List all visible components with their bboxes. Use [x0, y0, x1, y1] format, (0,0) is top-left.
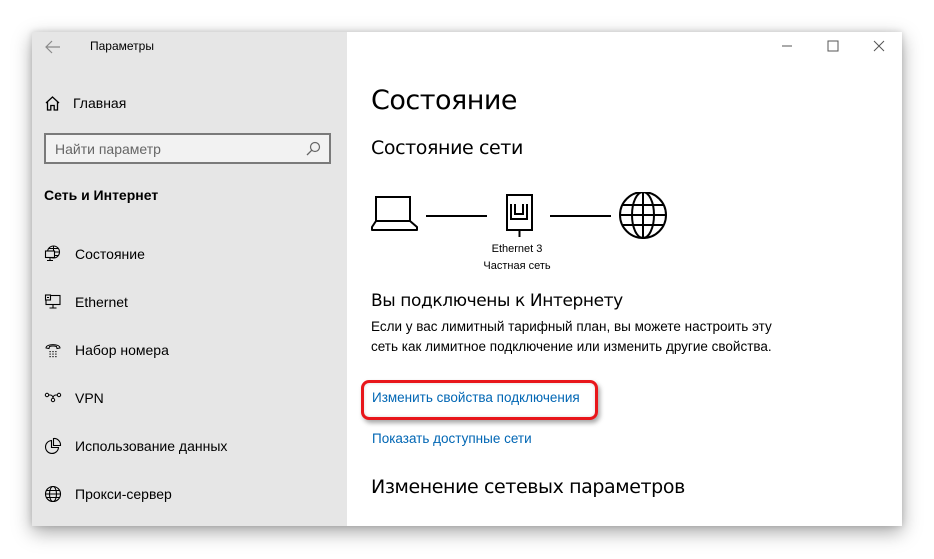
show-available-networks-link[interactable]: Показать доступные сети	[372, 431, 532, 446]
change-connection-properties-link[interactable]: Изменить свойства подключения	[372, 390, 580, 405]
ethernet-port-icon	[506, 194, 533, 237]
ethernet-icon	[44, 293, 62, 311]
app-title: Параметры	[90, 39, 154, 53]
sidebar-item-dialup[interactable]: Набор номера	[32, 326, 347, 374]
back-button[interactable]	[42, 37, 64, 57]
close-button[interactable]	[856, 32, 902, 60]
vpn-icon	[44, 389, 62, 407]
window-controls	[764, 32, 902, 60]
minimize-button[interactable]	[764, 32, 810, 60]
connection-status-heading: Вы подключены к Интернету	[371, 291, 623, 311]
sidebar-item-label: Ethernet	[75, 294, 128, 310]
data-usage-icon	[44, 437, 62, 455]
search-icon[interactable]	[303, 139, 323, 159]
sidebar-nav: Состояние Ethernet Набор номера VPN Испо…	[32, 230, 347, 518]
sidebar-item-proxy[interactable]: Прокси-сервер	[32, 470, 347, 518]
maximize-icon	[827, 40, 839, 52]
internet-globe-icon	[619, 192, 667, 239]
sidebar-item-label: Использование данных	[75, 438, 228, 454]
change-network-settings-heading: Изменение сетевых параметров	[371, 476, 685, 498]
settings-window: Параметры Главная Сеть и Интернет	[32, 32, 902, 526]
search-field[interactable]	[44, 133, 331, 164]
globe-icon	[44, 485, 62, 503]
main-content: Состояние Состояние сети Ethernet 3 Част…	[347, 32, 902, 526]
sidebar-item-label: Состояние	[75, 246, 145, 262]
sidebar-item-label: Прокси-сервер	[75, 486, 172, 502]
arrow-left-icon	[45, 40, 60, 54]
adapter-name: Ethernet 3	[491, 243, 543, 255]
sidebar-item-label: Главная	[73, 95, 127, 111]
sidebar-item-home[interactable]: Главная	[44, 92, 126, 114]
dialup-icon	[44, 341, 62, 359]
network-status-icon	[44, 245, 62, 263]
sidebar-item-status[interactable]: Состояние	[32, 230, 347, 278]
sidebar-item-data-usage[interactable]: Использование данных	[32, 422, 347, 470]
sidebar-item-ethernet[interactable]: Ethernet	[32, 278, 347, 326]
close-icon	[873, 40, 885, 52]
sidebar-item-vpn[interactable]: VPN	[32, 374, 347, 422]
minimize-icon	[782, 45, 792, 47]
network-type: Частная сеть	[483, 260, 551, 272]
laptop-icon	[371, 196, 418, 231]
home-icon	[45, 95, 60, 111]
search-input[interactable]	[46, 135, 303, 162]
section-heading: Сеть и Интернет	[44, 187, 159, 203]
metered-info-text: Если у вас лимитный тарифный план, вы мо…	[371, 319, 772, 354]
sidebar-item-label: Набор номера	[75, 342, 169, 358]
maximize-button[interactable]	[810, 32, 856, 60]
page-title: Состояние	[371, 85, 518, 116]
sidebar-item-label: VPN	[75, 390, 104, 406]
sidebar: Параметры Главная Сеть и Интернет	[32, 32, 347, 526]
network-status-heading: Состояние сети	[371, 137, 523, 159]
